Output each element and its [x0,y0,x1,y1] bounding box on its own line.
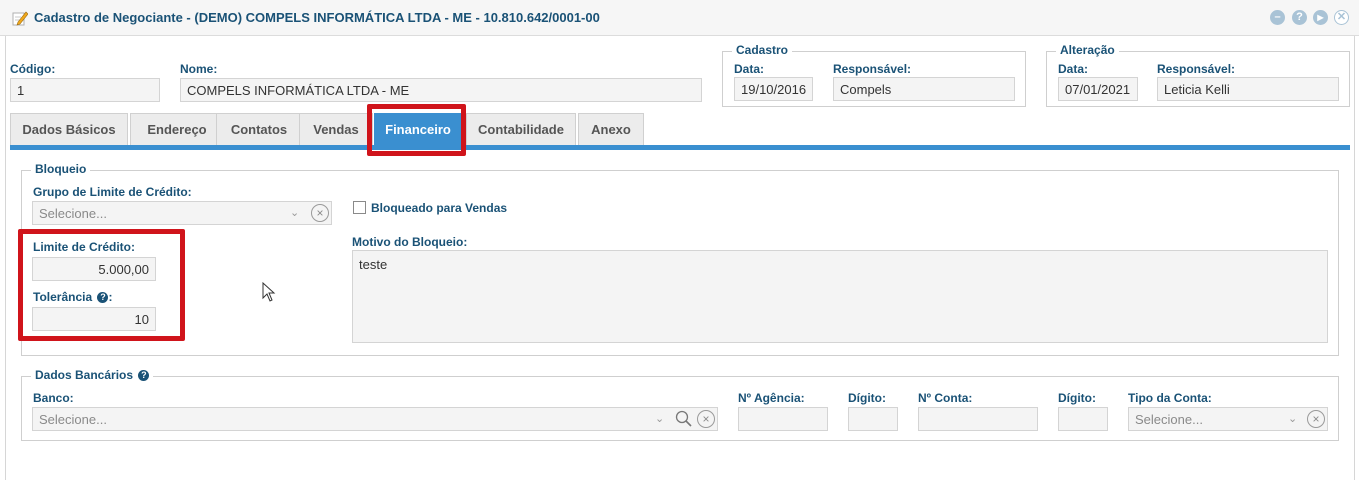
conta-label: Nº Conta: [918,391,973,405]
edit-pencil-icon [12,11,28,26]
tipo-conta-select[interactable]: Selecione... [1128,407,1328,431]
tipo-conta-label: Tipo da Conta: [1128,391,1212,405]
highlight-box-tab [367,104,466,156]
nome-field[interactable]: COMPELS INFORMÁTICA LTDA - ME [180,78,702,102]
tab-vendas[interactable]: Vendas [299,113,373,145]
alteracao-data-field[interactable]: 07/01/2021 [1058,77,1138,101]
close-button[interactable]: ✕ [1334,10,1349,25]
alteracao-legend: Alteração [1056,43,1119,57]
bloqueio-legend: Bloqueio [31,162,91,176]
agencia-label: Nº Agência: [738,391,805,405]
banco-select[interactable]: Selecione... [32,407,718,431]
codigo-label: Código: [10,62,56,76]
mouse-pointer-icon [262,282,276,302]
alteracao-responsavel-field[interactable]: Leticia Kelli [1157,77,1339,101]
highlight-box-credito [18,229,185,341]
cadastro-data-label: Data: [734,62,765,76]
digito-conta-field[interactable] [1058,407,1108,431]
chevron-down-icon[interactable]: ⌄ [1288,412,1297,425]
bloqueado-checkbox[interactable] [353,201,366,214]
tab-contabilidade[interactable]: Contabilidade [466,113,576,145]
dados-bancarios-legend: Dados Bancários ? [31,368,154,382]
chevron-down-icon[interactable]: ⌄ [290,206,299,219]
title-bar: Cadastro de Negociante - (DEMO) COMPELS … [0,0,1359,36]
nome-label: Nome: [180,62,218,76]
motivo-label: Motivo do Bloqueio: [352,235,468,249]
chevron-down-icon[interactable]: ⌄ [655,412,664,425]
clear-icon[interactable]: × [311,204,329,222]
codigo-field[interactable]: 1 [10,78,160,102]
minimize-button[interactable]: – [1270,10,1285,25]
cadastro-legend: Cadastro [732,43,793,57]
help-button[interactable]: ? [1292,10,1307,25]
motivo-textarea[interactable]: teste [352,250,1328,343]
clear-icon[interactable]: × [697,410,715,428]
tab-endereco[interactable]: Endereço [130,113,224,145]
tab-contatos[interactable]: Contatos [216,113,302,145]
digito-conta-label: Dígito: [1058,391,1096,405]
cadastro-data-field[interactable]: 19/10/2016 [734,77,813,101]
digito-agencia-label: Dígito: [848,391,886,405]
grupo-limite-select[interactable]: Selecione... [32,201,332,225]
window-title: Cadastro de Negociante - (DEMO) COMPELS … [34,10,600,25]
banco-label: Banco: [33,391,74,405]
tab-anexo[interactable]: Anexo [578,113,644,145]
cadastro-responsavel-field[interactable]: Compels [833,77,1015,101]
bloqueado-label: Bloqueado para Vendas [371,201,508,215]
tab-underline [10,145,1350,150]
conta-field[interactable] [918,407,1038,431]
agencia-field[interactable] [738,407,828,431]
alteracao-responsavel-label: Responsável: [1157,62,1236,76]
alteracao-data-label: Data: [1058,62,1089,76]
tab-dados-basicos[interactable]: Dados Básicos [10,113,128,145]
digito-agencia-field[interactable] [848,407,898,431]
help-icon[interactable]: ? [138,370,150,381]
cadastro-responsavel-label: Responsável: [833,62,912,76]
dados-bancarios-legend-text: Dados Bancários [35,368,134,382]
clear-icon[interactable]: × [1307,410,1325,428]
grupo-limite-label: Grupo de Limite de Crédito: [33,185,192,199]
search-icon[interactable] [675,410,693,428]
next-button[interactable]: ▶ [1313,10,1328,25]
